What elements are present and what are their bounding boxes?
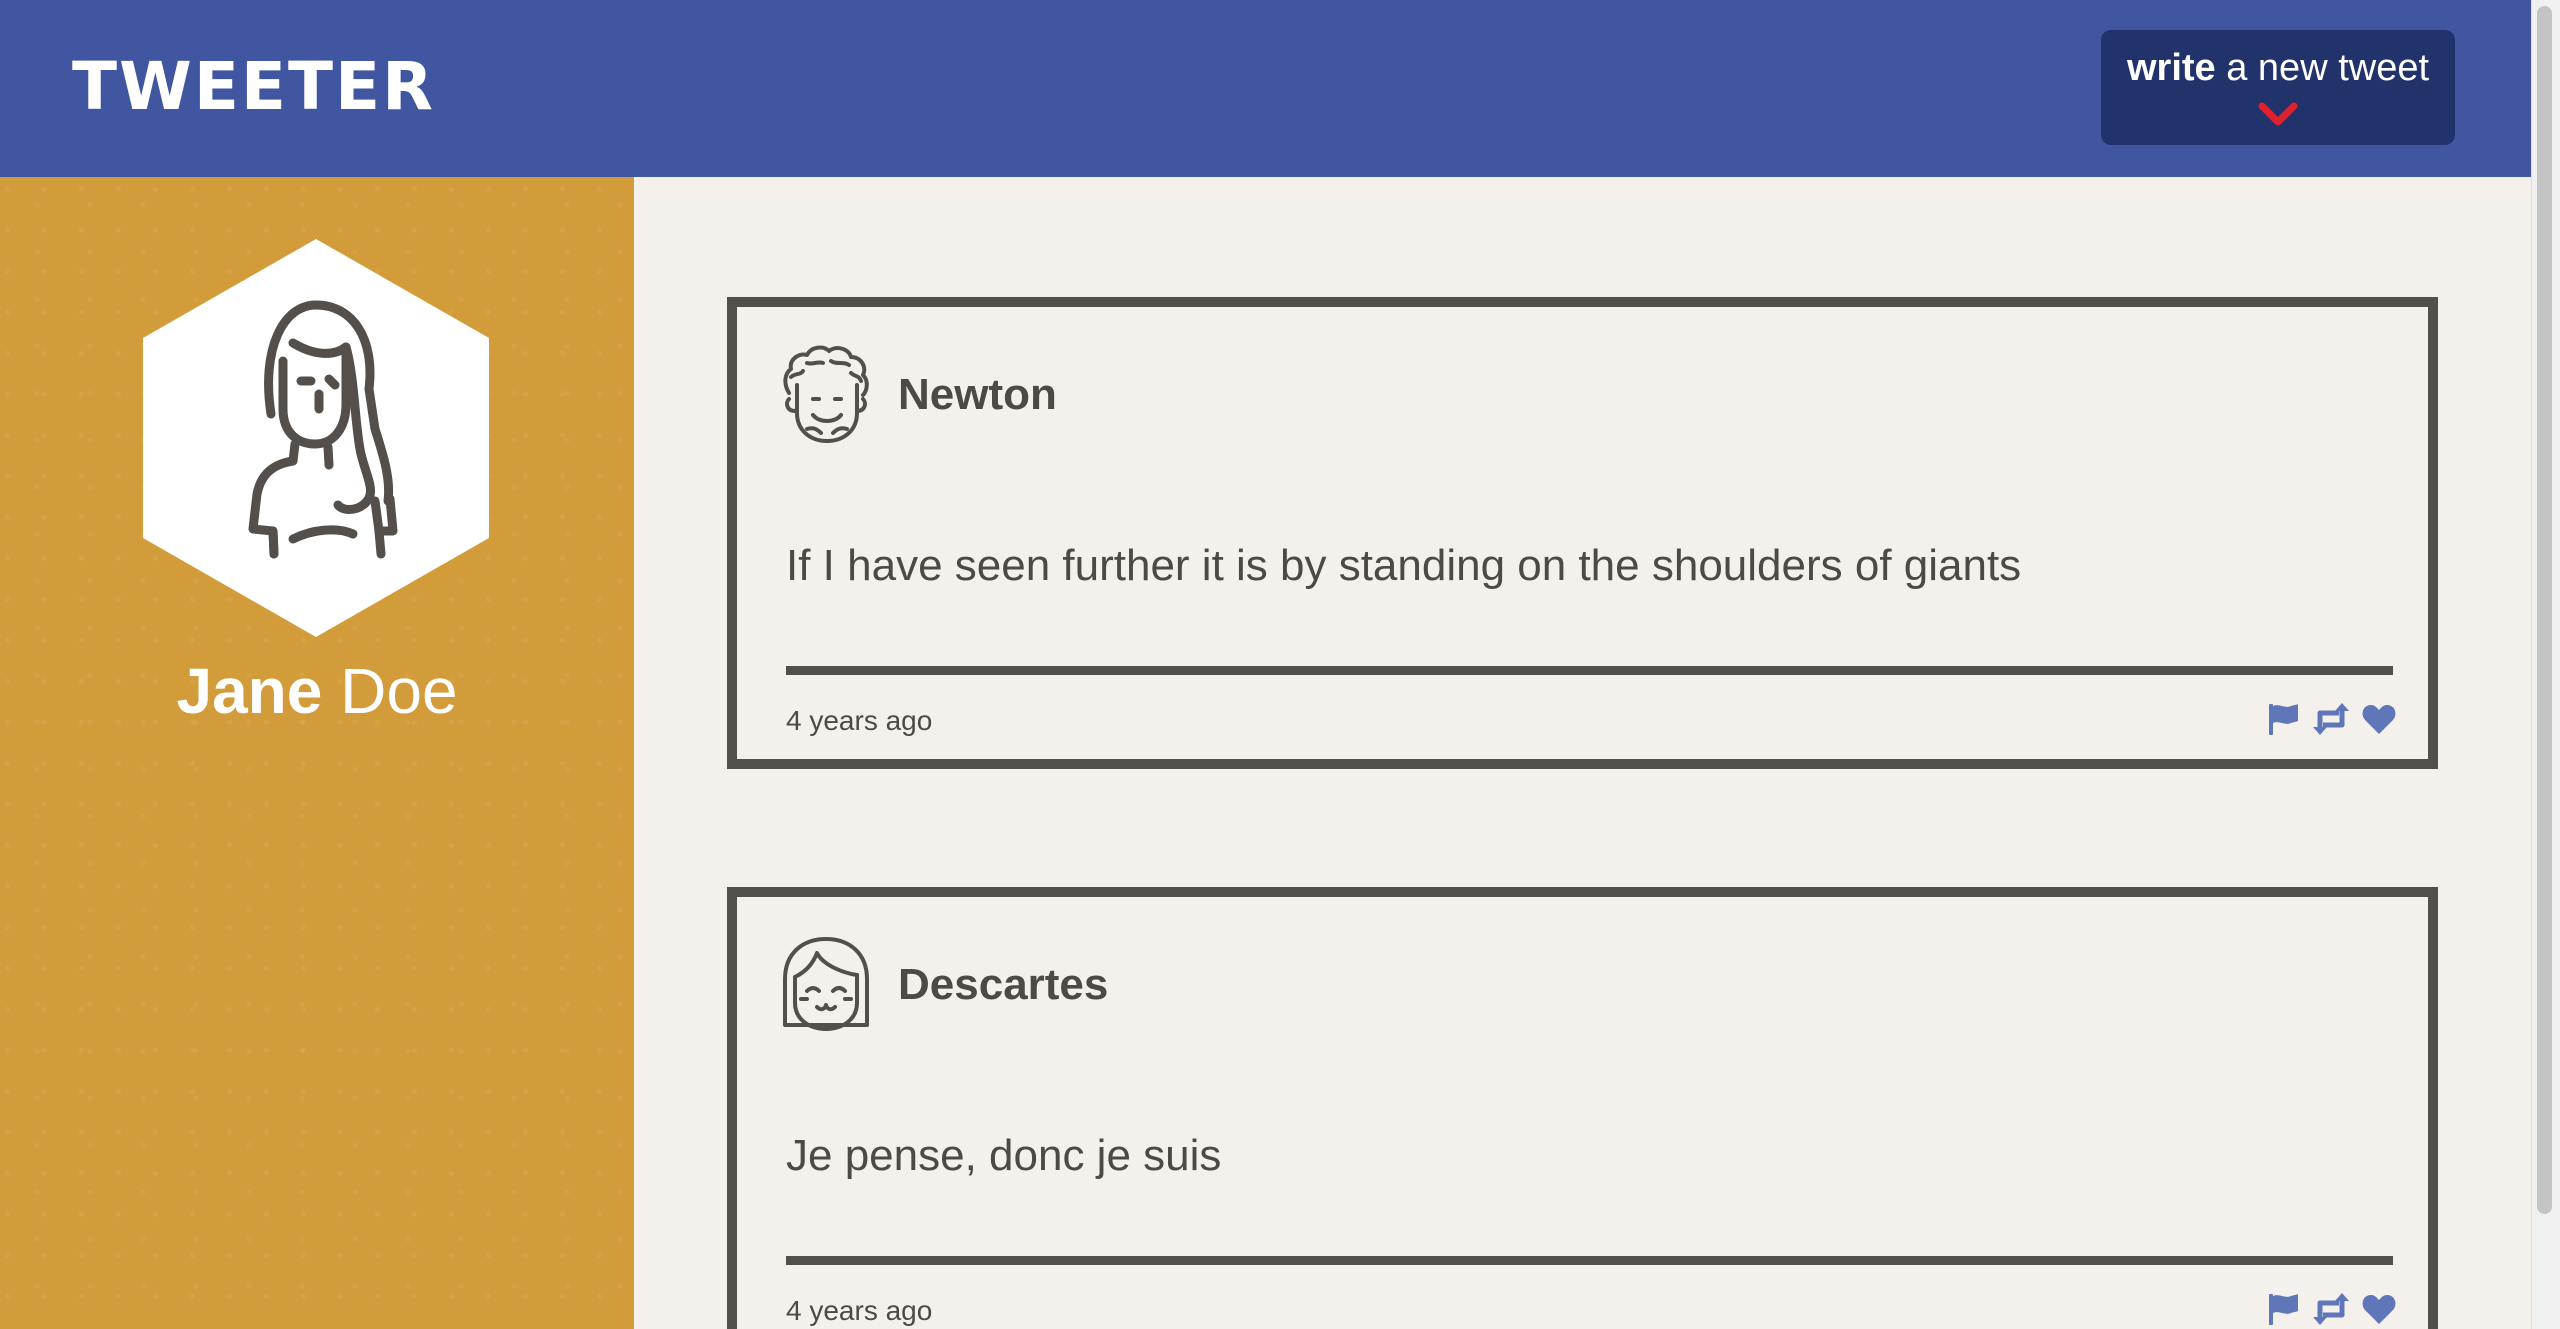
retweet-icon[interactable] xyxy=(2311,701,2351,737)
tweet-actions xyxy=(2265,701,2397,737)
tweet-divider xyxy=(786,666,2393,675)
retweet-icon[interactable] xyxy=(2311,1291,2351,1327)
profile-first-name: Jane xyxy=(176,655,323,727)
profile-last-name: Doe xyxy=(322,655,458,727)
tweet-divider xyxy=(786,1256,2393,1265)
heart-icon[interactable] xyxy=(2361,701,2397,737)
flag-icon[interactable] xyxy=(2265,701,2301,737)
bob-hair-avatar-icon xyxy=(783,937,869,1031)
tweet-timestamp: 4 years ago xyxy=(786,705,933,736)
profile-name: Jane Doe xyxy=(0,653,634,729)
heart-icon[interactable] xyxy=(2361,1291,2397,1327)
tweet-author-name[interactable]: Newton xyxy=(898,367,1057,423)
tweet-actions xyxy=(2265,1291,2397,1327)
top-navigation-bar: TWEETER write a new tweet xyxy=(0,0,2531,177)
write-new-tweet-button[interactable]: write a new tweet xyxy=(2101,30,2455,145)
write-new-tweet-label: write a new tweet xyxy=(2101,46,2455,90)
tweet-text: Je pense, donc je suis xyxy=(786,1131,1222,1180)
tweet-card: Newton If I have seen further it is by s… xyxy=(727,297,2438,769)
chevron-down-icon xyxy=(2258,102,2298,126)
flag-icon[interactable] xyxy=(2265,1291,2301,1327)
profile-avatar xyxy=(143,239,489,637)
tweet-timestamp: 4 years ago xyxy=(786,1295,933,1326)
write-new-tweet-label-rest: a new tweet xyxy=(2215,47,2430,89)
write-new-tweet-label-strong: write xyxy=(2126,47,2216,89)
brand-logo[interactable]: TWEETER xyxy=(72,50,435,124)
tweet-text: If I have seen further it is by standing… xyxy=(786,541,2022,590)
tweet-author-name[interactable]: Descartes xyxy=(898,957,1108,1013)
curly-hair-avatar-icon xyxy=(783,345,869,443)
page-scrollbar-thumb[interactable] xyxy=(2537,6,2552,1214)
tweet-card: Descartes Je pense, donc je suis 4 years… xyxy=(727,887,2438,1329)
